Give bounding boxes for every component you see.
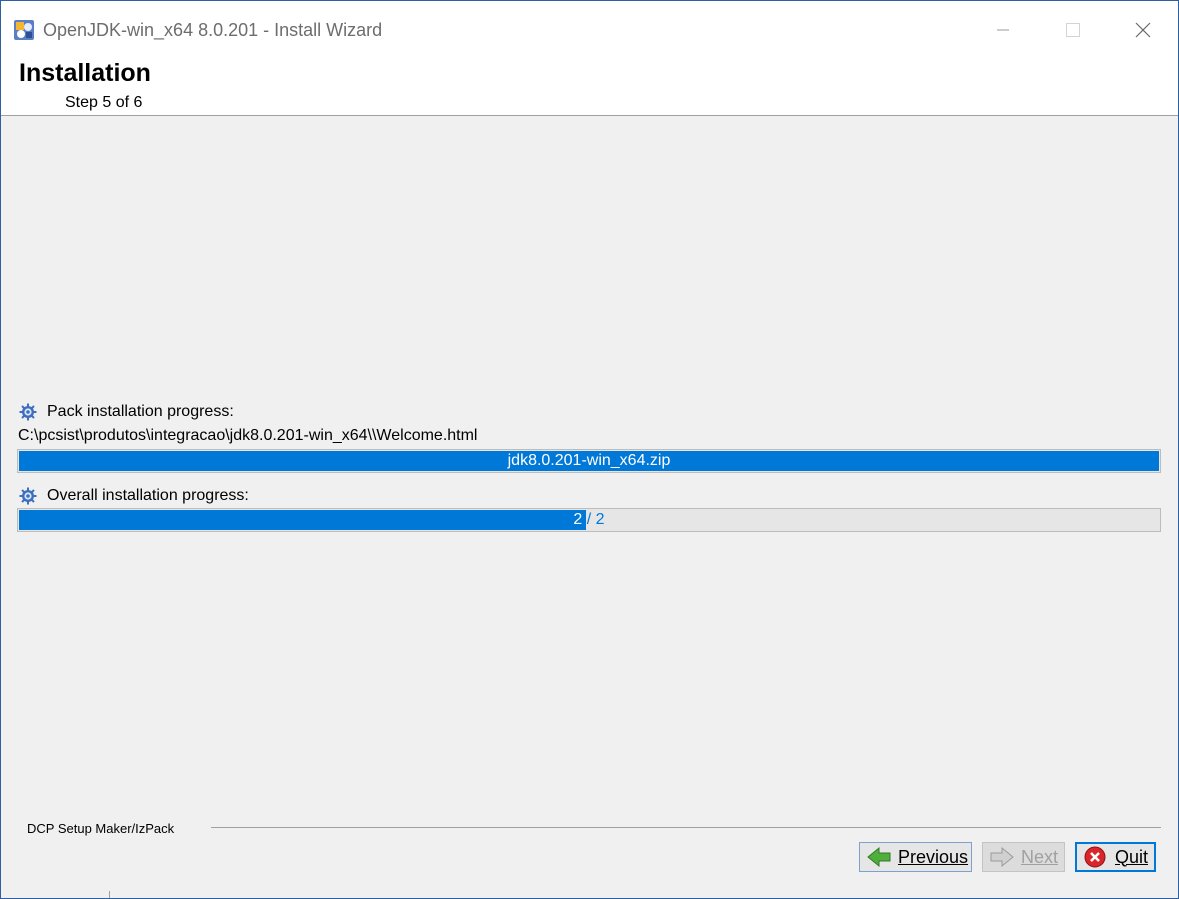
step-indicator: Step 5 of 6 [65, 94, 143, 111]
quit-button[interactable]: Quit [1075, 842, 1156, 872]
installer-brand: DCP Setup Maker/IzPack [27, 821, 175, 836]
close-button[interactable] [1118, 13, 1164, 47]
page-title: Installation [19, 59, 151, 87]
footer-divider [211, 827, 1161, 828]
previous-button[interactable]: Previous [859, 842, 972, 872]
overall-progress-bar: 2 / 2 2 / 2 [17, 508, 1161, 532]
title-bar[interactable]: OpenJDK-win_x64 8.0.201 - Install Wizard [1, 1, 1178, 57]
pack-progress-text-overlay: jdk8.0.201-win_x64.zip [507, 452, 671, 469]
arrow-right-icon [990, 846, 1014, 868]
previous-button-label: Previous [898, 846, 969, 867]
gear-icon [19, 403, 37, 421]
quit-button-label: Quit [1115, 846, 1149, 867]
maximize-button[interactable] [1049, 13, 1095, 47]
stop-x-icon [1084, 846, 1106, 868]
app-installer-icon [14, 20, 34, 40]
status-divider [109, 891, 110, 898]
window-title: OpenJDK-win_x64 8.0.201 - Install Wizard [43, 20, 383, 40]
pack-progress-bar: jdk8.0.201-win_x64.zip jdk8.0.201-win_x6… [17, 449, 1161, 473]
minimize-button[interactable] [980, 13, 1026, 47]
overall-progress-label: Overall installation progress: [47, 487, 249, 504]
current-file-path: C:\pcsist\produtos\integracao\jdk8.0.201… [18, 427, 478, 444]
next-button[interactable]: Next [982, 842, 1065, 872]
gear-icon [19, 487, 37, 505]
wizard-header: Installation Step 5 of 6 [1, 57, 1178, 116]
pack-progress-label: Pack installation progress: [47, 403, 234, 420]
arrow-left-icon [867, 846, 891, 868]
next-button-label: Next [1021, 846, 1059, 867]
install-wizard-window: OpenJDK-win_x64 8.0.201 - Install Wizard… [0, 0, 1179, 899]
